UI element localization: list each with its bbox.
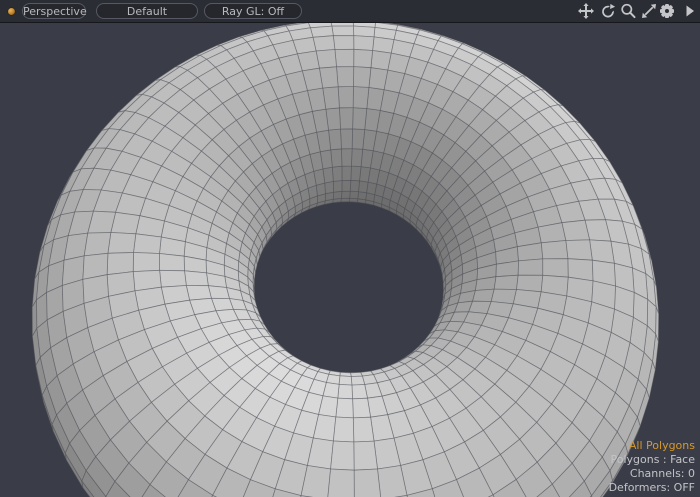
zoom-icon[interactable] [620, 3, 636, 19]
channels-count-label: Channels: 0 [609, 467, 695, 481]
torus-mesh [0, 23, 700, 497]
viewport-info-overlay: All Polygons Polygons : Face Channels: 0… [609, 439, 695, 495]
raygl-toggle-button[interactable]: Ray GL: Off [204, 3, 302, 19]
panel-expand-icon[interactable] [682, 3, 698, 19]
viewport-toolbar: Perspective Default Ray GL: Off [0, 0, 700, 23]
shading-default-button[interactable]: Default [96, 3, 198, 19]
polygons-mode-label: Polygons : Face [609, 453, 695, 467]
perspective-view-button[interactable]: Perspective [22, 3, 86, 19]
selection-mode-label: All Polygons [609, 439, 695, 453]
viewport-3d[interactable]: All Polygons Polygons : Face Channels: 0… [0, 23, 700, 497]
modo-3d-viewport-window: Perspective Default Ray GL: Off [0, 0, 700, 497]
rotate-icon[interactable] [600, 3, 616, 19]
gear-icon[interactable] [659, 3, 675, 19]
pan-icon[interactable] [578, 3, 594, 19]
deformers-status-label: Deformers: OFF [609, 481, 695, 495]
status-led-icon[interactable] [8, 8, 15, 15]
fit-view-icon[interactable] [641, 3, 657, 19]
